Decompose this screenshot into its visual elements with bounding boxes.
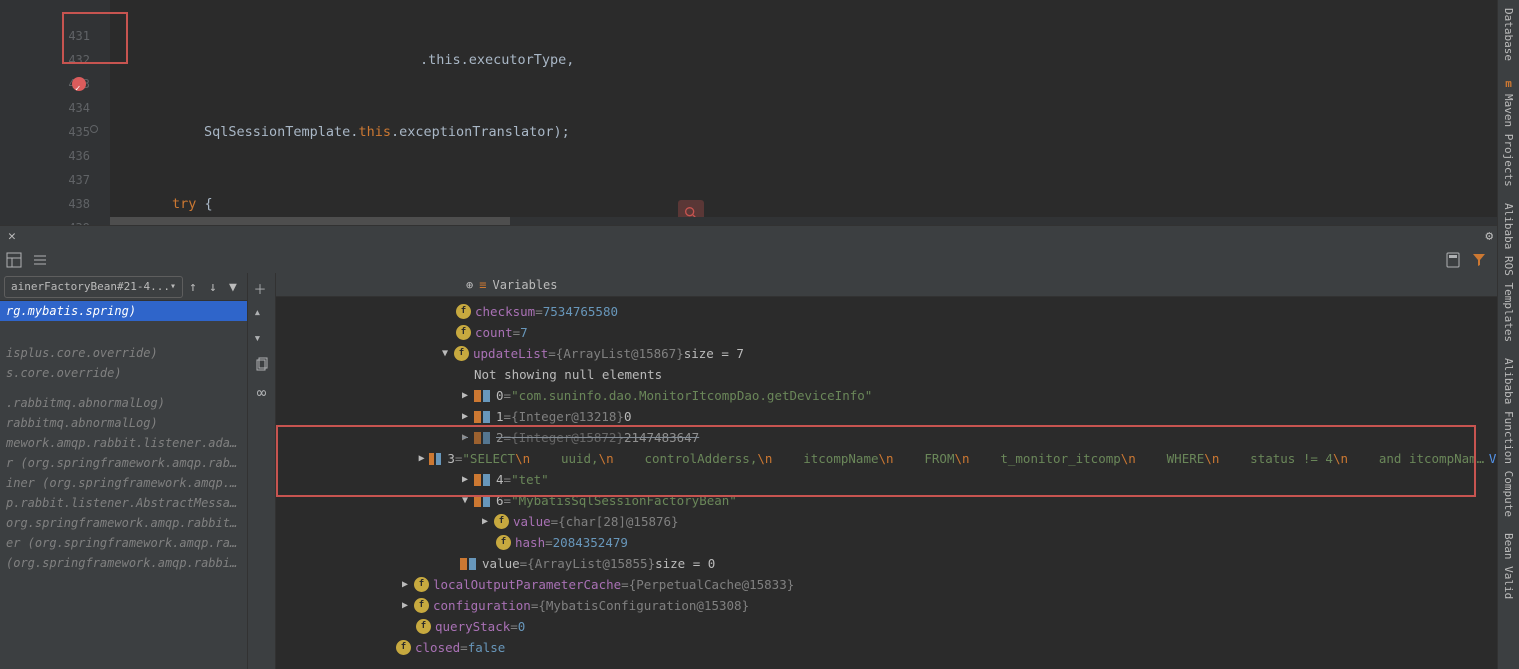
- horizontal-scrollbar[interactable]: [110, 217, 1519, 225]
- variables-target-icon[interactable]: ⊕: [466, 278, 473, 292]
- fc-tool[interactable]: Alibaba Function Compute: [1502, 350, 1515, 525]
- code-editor[interactable]: 431 432 433 434 435 436 437 438 439 .thi…: [0, 0, 1519, 225]
- database-tool[interactable]: Database: [1502, 0, 1515, 69]
- gutter: 431 432 433 434 435 436 437 438 439: [0, 0, 110, 225]
- recursive-gutter-icon: [90, 125, 98, 133]
- filter-orange-icon[interactable]: [1471, 252, 1487, 268]
- frame-row[interactable]: mework.amqp.rabbit.listener.adapter): [0, 433, 247, 453]
- variables-tab[interactable]: Variables: [492, 278, 557, 292]
- infinity-icon[interactable]: ∞: [257, 383, 267, 402]
- expand-icon[interactable]: ▶: [480, 511, 490, 532]
- code-area[interactable]: .this.executorType, SqlSessionTemplate.t…: [110, 0, 1519, 225]
- frame-row[interactable]: p.rabbit.listener.AbstractMessageListene…: [0, 493, 247, 513]
- frames-panel: ainerFactoryBean#21-4...▾ ↑ ↓ ▼ rg.mybat…: [0, 273, 248, 669]
- copy-icon[interactable]: [254, 357, 270, 373]
- add-watch-icon[interactable]: ＋: [254, 279, 270, 295]
- frame-row[interactable]: rabbitmq.abnormalLog): [0, 413, 247, 433]
- debug-tab-bar: ✕ ⚙ —: [0, 225, 1519, 247]
- frame-row[interactable]: s.core.override): [0, 363, 247, 383]
- frame-row[interactable]: iner (org.springframework.amqp.rabbit.li…: [0, 473, 247, 493]
- not-showing-null: Not showing null elements: [474, 364, 662, 385]
- frame-row[interactable]: isplus.core.override): [0, 343, 247, 363]
- right-toolbar: Database mMaven Projects Alibaba ROS Tem…: [1497, 0, 1519, 669]
- variables-tab-icon: ≡: [479, 278, 486, 292]
- collapse-icon[interactable]: ▼: [440, 343, 450, 364]
- scroll-up-icon[interactable]: ▴: [254, 305, 270, 321]
- frame-row[interactable]: er (org.springframework.amqp.rabbit.list…: [0, 533, 247, 553]
- frame-row[interactable]: (org.springframework.amqp.rabbit.listene…: [0, 553, 247, 573]
- expand-icon[interactable]: ▶: [460, 406, 470, 427]
- frame-row[interactable]: rg.mybatis.spring): [0, 301, 247, 321]
- expand-icon[interactable]: ▶: [400, 595, 410, 616]
- filter-frames-icon[interactable]: ▼: [229, 280, 243, 294]
- bean-tool[interactable]: Bean Valid: [1502, 525, 1515, 607]
- frame-row[interactable]: org.springframework.amqp.rabbit.listener…: [0, 513, 247, 533]
- debug-toolbar: ↗: [0, 247, 1519, 273]
- breakpoint-icon[interactable]: [72, 77, 86, 91]
- maven-tool[interactable]: mMaven Projects: [1502, 69, 1515, 195]
- collapse-icon[interactable]: ▼: [460, 490, 470, 511]
- close-tab-icon[interactable]: ✕: [0, 229, 24, 244]
- expand-icon[interactable]: ▶: [460, 385, 470, 406]
- layout-icon[interactable]: [6, 252, 22, 268]
- scroll-down-icon[interactable]: ▾: [254, 331, 270, 347]
- frame-row[interactable]: r (org.springframework.amqp.rabbit.liste…: [0, 453, 247, 473]
- variables-panel: ⊕ ≡ Variables fchecksum = 7534765580 fco…: [276, 273, 1519, 669]
- variables-tree[interactable]: fchecksum = 7534765580 fcount = 7 ▼fupda…: [276, 297, 1519, 669]
- ros-tool[interactable]: Alibaba ROS Templates: [1502, 195, 1515, 350]
- expand-icon[interactable]: ▶: [400, 574, 410, 595]
- list-icon[interactable]: [32, 252, 48, 268]
- expand-icon[interactable]: ▶: [460, 469, 470, 490]
- prev-frame-icon[interactable]: ↑: [189, 280, 203, 294]
- frames-list[interactable]: rg.mybatis.spring) isplus.core.override)…: [0, 301, 247, 669]
- next-frame-icon[interactable]: ↓: [209, 280, 223, 294]
- calculator-icon[interactable]: [1445, 252, 1461, 268]
- side-controls: ＋ ▴ ▾ ∞: [248, 273, 276, 669]
- frame-row[interactable]: .rabbitmq.abnormalLog): [0, 393, 247, 413]
- thread-dropdown[interactable]: ainerFactoryBean#21-4...▾: [4, 276, 183, 298]
- expand-icon[interactable]: ▶: [418, 448, 426, 469]
